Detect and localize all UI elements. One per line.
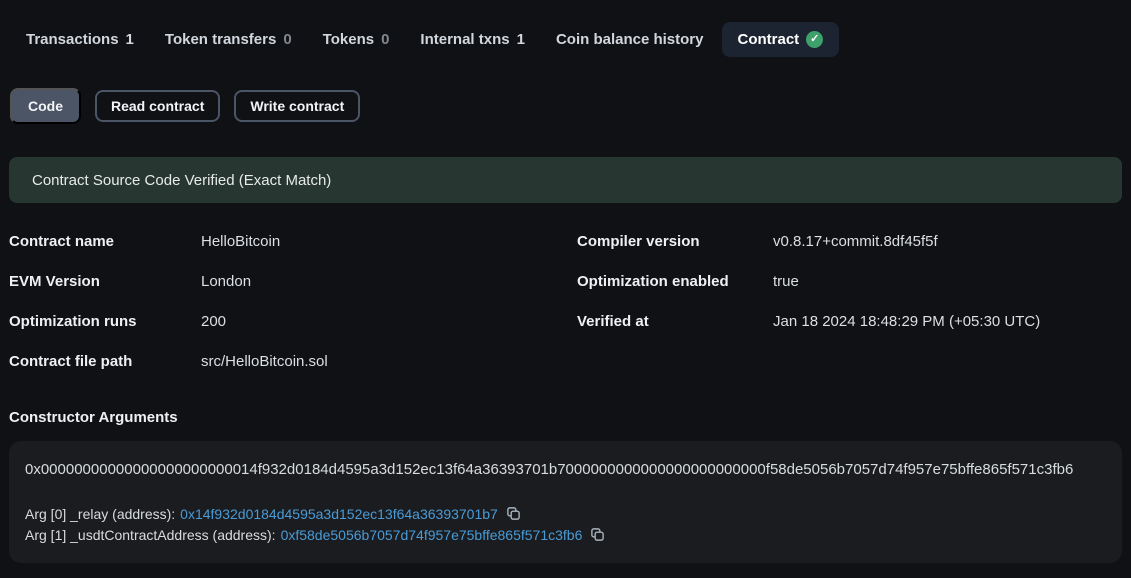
tab-label: Transactions — [26, 31, 119, 48]
arg-address-link[interactable]: 0xf58de5056b7057d74f957e75bffe865f571c3f… — [281, 527, 583, 543]
compiler-version-value: v0.8.17+commit.8df45f5f — [773, 233, 1131, 251]
arg-label: Arg [1] _usdtContractAddress (address): — [25, 527, 276, 543]
subtab-code[interactable]: Code — [10, 88, 81, 124]
tab-label: Tokens — [323, 31, 374, 48]
evm-version-label: EVM Version — [9, 273, 201, 291]
tab-token-transfers[interactable]: Token transfers 0 — [165, 31, 292, 48]
verification-banner-text: Contract Source Code Verified (Exact Mat… — [32, 172, 331, 189]
copy-icon[interactable] — [590, 527, 605, 542]
contract-info-grid: Contract name HelloBitcoin Compiler vers… — [9, 233, 1131, 371]
verified-at-label: Verified at — [577, 313, 773, 331]
optimization-enabled-value: true — [773, 273, 1131, 291]
optimization-runs-value: 200 — [201, 313, 577, 331]
compiler-version-label: Compiler version — [577, 233, 773, 251]
subtab-write-contract[interactable]: Write contract — [234, 90, 360, 122]
subtab-read-contract[interactable]: Read contract — [95, 90, 220, 122]
tab-contract[interactable]: Contract ✓ — [722, 22, 840, 57]
tab-label: Coin balance history — [556, 31, 704, 48]
evm-version-value: London — [201, 273, 577, 291]
contract-page-tabs: Transactions 1 Token transfers 0 Tokens … — [0, 0, 1131, 57]
constructor-arguments-title: Constructor Arguments — [9, 409, 1131, 426]
tab-count: 0 — [283, 31, 291, 48]
optimization-enabled-label: Optimization enabled — [577, 273, 773, 291]
constructor-arguments-panel: 0x00000000000000000000000014f932d0184d45… — [9, 441, 1122, 563]
tab-count: 0 — [381, 31, 389, 48]
contract-file-path-value: src/HelloBitcoin.sol — [201, 353, 577, 371]
tab-label: Internal txns — [420, 31, 509, 48]
constructor-arg-row: Arg [1] _usdtContractAddress (address): … — [25, 524, 1106, 545]
arg-label: Arg [0] _relay (address): — [25, 506, 175, 522]
tab-coin-balance-history[interactable]: Coin balance history — [556, 31, 704, 48]
optimization-runs-label: Optimization runs — [9, 313, 201, 331]
tab-count: 1 — [517, 31, 525, 48]
constructor-arguments-raw-hex: 0x00000000000000000000000014f932d0184d45… — [25, 461, 1106, 478]
contract-subtabs: Code Read contract Write contract — [0, 57, 1131, 124]
arg-address-link[interactable]: 0x14f932d0184d4595a3d152ec13f64a36393701… — [180, 506, 498, 522]
tab-count: 1 — [126, 31, 134, 48]
copy-icon[interactable] — [506, 506, 521, 521]
contract-name-value: HelloBitcoin — [201, 233, 577, 251]
tab-tokens[interactable]: Tokens 0 — [323, 31, 390, 48]
verified-at-value: Jan 18 2024 18:48:29 PM (+05:30 UTC) — [773, 313, 1131, 331]
contract-file-path-label: Contract file path — [9, 353, 201, 371]
check-circle-icon: ✓ — [806, 31, 823, 48]
tab-internal-txns[interactable]: Internal txns 1 — [420, 31, 525, 48]
tab-label: Contract — [738, 31, 800, 48]
constructor-arg-row: Arg [0] _relay (address): 0x14f932d0184d… — [25, 503, 1106, 524]
verification-banner: Contract Source Code Verified (Exact Mat… — [9, 157, 1122, 203]
constructor-arguments-list: Arg [0] _relay (address): 0x14f932d0184d… — [25, 503, 1106, 545]
contract-name-label: Contract name — [9, 233, 201, 251]
tab-label: Token transfers — [165, 31, 276, 48]
tab-transactions[interactable]: Transactions 1 — [26, 31, 134, 48]
